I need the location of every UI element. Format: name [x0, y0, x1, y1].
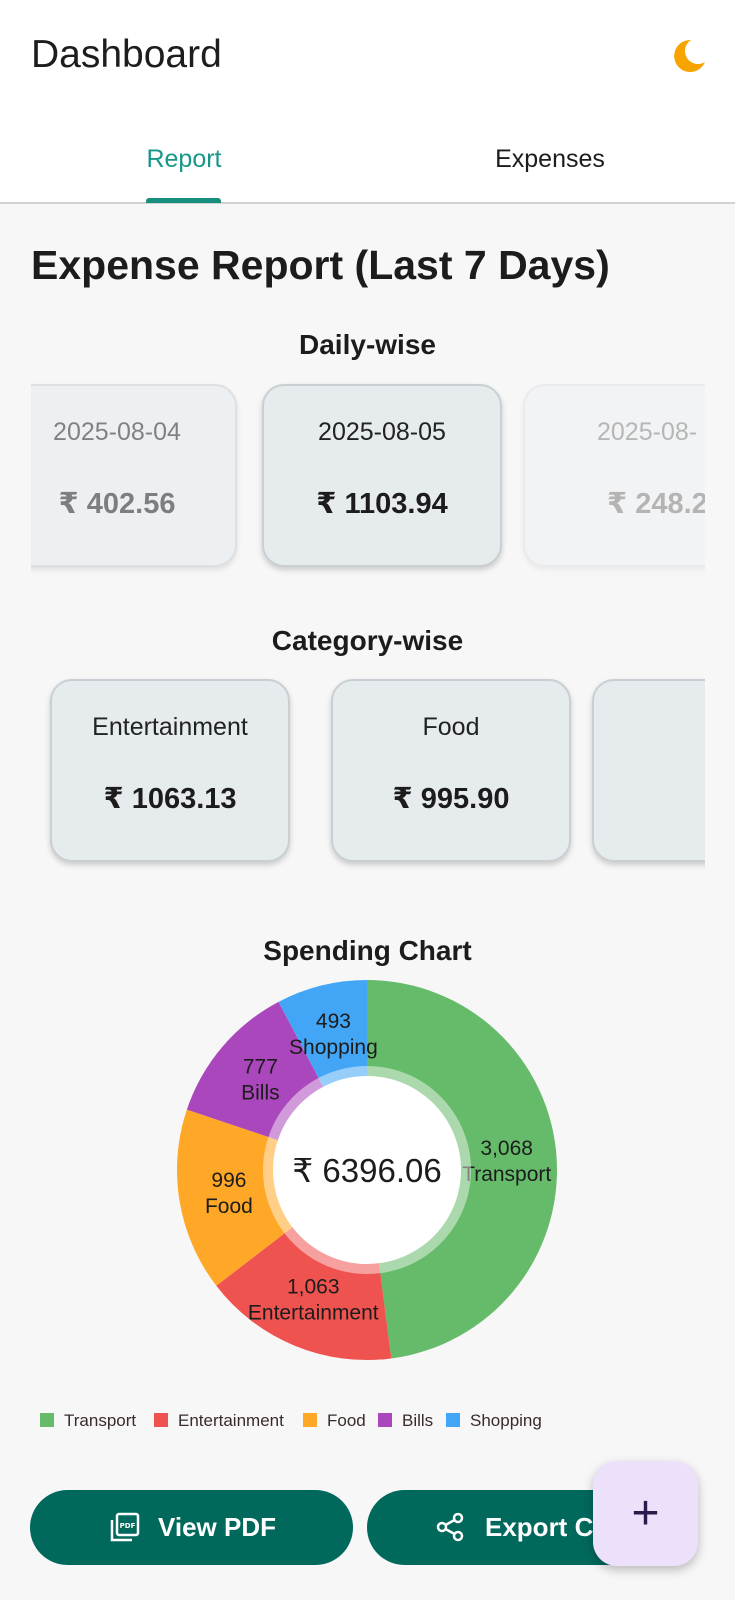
- slice-category-label: Shopping: [289, 1036, 378, 1059]
- legend-item-food: Food: [303, 1411, 366, 1431]
- legend-swatch: [40, 1413, 54, 1427]
- slice-value-label: 777: [243, 1055, 278, 1078]
- slice-value-label: 3,068: [480, 1137, 533, 1160]
- slice-value-label: 1,063: [287, 1275, 340, 1298]
- legend-item-bills: Bills: [378, 1411, 433, 1431]
- legend-item-entertainment: Entertainment: [154, 1411, 284, 1431]
- pdf-icon: PDF: [110, 1512, 140, 1542]
- legend-label: Bills: [402, 1411, 434, 1430]
- legend-item-transport: Transport: [40, 1411, 136, 1431]
- svg-text:PDF: PDF: [120, 1522, 136, 1530]
- legend-swatch: [378, 1413, 392, 1427]
- donut-total-label: ₹ 6396.06: [292, 1152, 441, 1189]
- legend-item-shopping: Shopping: [446, 1411, 542, 1431]
- legend-swatch: [154, 1413, 168, 1427]
- legend-swatch: [303, 1413, 317, 1427]
- spending-donut-chart: 3,068 Transport 1,063 Entertainment 996 Food 7…: [177, 980, 557, 1360]
- legend-label: Transport: [64, 1411, 137, 1430]
- slice-category-label: Food: [205, 1195, 253, 1218]
- view-pdf-label: View PDF: [158, 1512, 277, 1542]
- legend-label: Shopping: [470, 1411, 542, 1430]
- legend-swatch: [446, 1413, 460, 1427]
- share-icon: [436, 1512, 464, 1542]
- view-pdf-button[interactable]: PDF View PDF: [30, 1490, 353, 1565]
- legend-label: Entertainment: [178, 1411, 284, 1430]
- slice-value-label: 493: [316, 1010, 351, 1033]
- legend-label: Food: [327, 1411, 366, 1430]
- plus-icon: +: [631, 1487, 660, 1540]
- slice-category-label: Transport: [462, 1163, 551, 1186]
- add-expense-fab[interactable]: +: [593, 1461, 698, 1566]
- slice-value-label: 996: [211, 1169, 246, 1192]
- slice-category-label: Bills: [241, 1081, 280, 1104]
- slice-category-label: Entertainment: [248, 1301, 379, 1324]
